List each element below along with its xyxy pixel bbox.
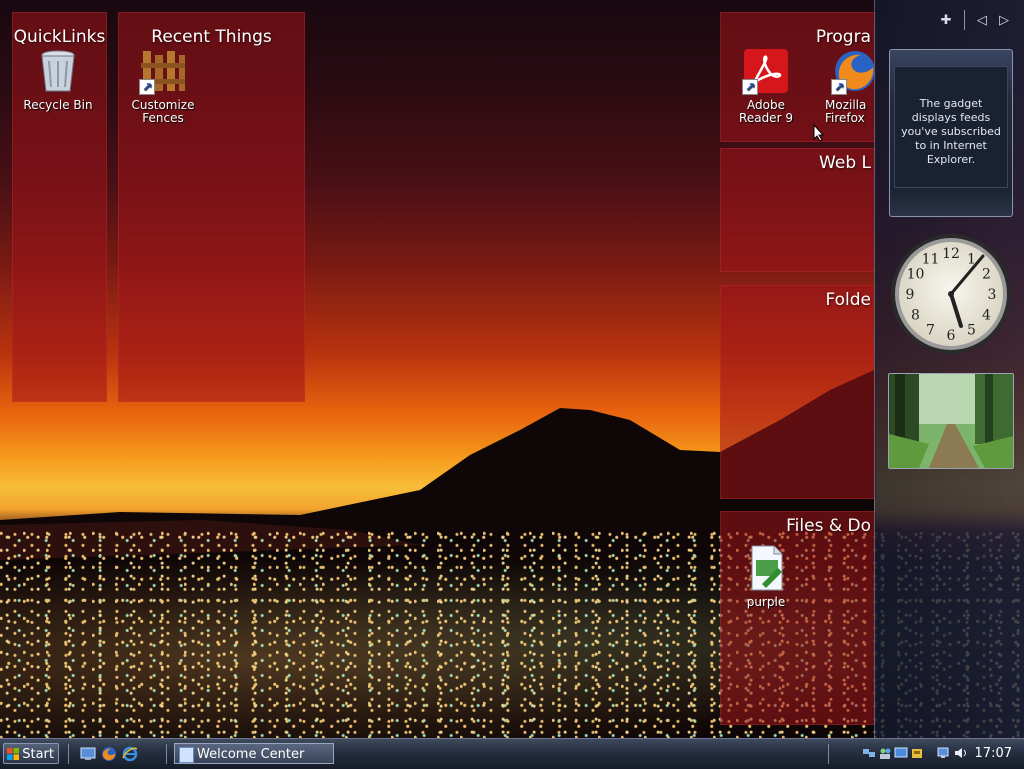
previous-page-button[interactable]: ◁ xyxy=(977,13,987,28)
fence-title: Progra xyxy=(815,27,871,47)
icon-label: Adobe Reader 9 xyxy=(739,98,793,125)
desktop-icon-adobe-reader[interactable]: ↗ Adobe Reader 9 xyxy=(721,47,811,125)
display-tray-icon[interactable] xyxy=(894,746,908,760)
desktop-icon-customize-fences[interactable]: ↗ Customize Fences xyxy=(118,47,208,125)
taskbar-clock[interactable]: 17:07 xyxy=(975,746,1012,761)
clock-numeral: 9 xyxy=(906,287,915,303)
shortcut-arrow-icon: ↗ xyxy=(742,79,758,95)
fence-title: Web L xyxy=(819,153,871,173)
fence-quicklinks[interactable]: QuickLinks Recycle Bin xyxy=(12,12,107,402)
mouse-cursor-icon xyxy=(813,124,825,142)
feed-message: The gadget displays feeds you've subscri… xyxy=(894,66,1008,188)
clock-numeral: 2 xyxy=(982,267,991,283)
firefox-icon[interactable] xyxy=(101,746,117,762)
feed-headlines-gadget[interactable]: The gadget displays feeds you've subscri… xyxy=(889,49,1013,217)
shortcut-arrow-icon: ↗ xyxy=(831,79,847,95)
clock-numeral: 8 xyxy=(911,308,920,324)
sidebar-controls: ✚ ◁ ▷ xyxy=(933,10,1009,30)
welcome-center-icon xyxy=(179,747,194,763)
slideshow-gadget[interactable] xyxy=(888,373,1014,469)
fence-title: Recent Things xyxy=(151,27,272,47)
show-desktop-icon[interactable] xyxy=(80,746,96,762)
network-status-tray-icon[interactable] xyxy=(937,746,951,760)
icon-label: Recycle Bin xyxy=(23,98,93,112)
start-label: Start xyxy=(22,747,54,762)
desktop-icon-recycle-bin[interactable]: Recycle Bin xyxy=(13,47,103,112)
network-tray-icon[interactable] xyxy=(862,746,876,760)
fence-title: QuickLinks xyxy=(13,27,106,47)
icon-label: purple xyxy=(746,595,786,609)
icon-label: Customize Fences xyxy=(131,98,195,125)
forest-path-image xyxy=(889,374,1013,468)
start-button[interactable]: Start xyxy=(3,743,59,764)
clock-numeral: 11 xyxy=(922,252,940,268)
clock-numeral: 5 xyxy=(967,323,976,339)
taskbar-divider xyxy=(68,744,69,764)
sidebar-divider xyxy=(963,10,965,30)
windows-logo-icon xyxy=(7,748,19,760)
fence-folders[interactable]: Folde xyxy=(720,285,876,499)
desktop-icon-firefox[interactable]: ↗ Mozilla Firefox xyxy=(811,47,875,125)
taskbar-divider xyxy=(828,744,829,764)
taskbar: Start Welcome Center 17:07 xyxy=(0,738,1024,769)
recycle-bin-icon xyxy=(41,50,75,92)
volume-tray-icon[interactable] xyxy=(953,746,967,760)
fence-programs[interactable]: Progra ↗ Adobe Reader 9 ↗ Mozilla Firefo… xyxy=(720,12,876,142)
internet-explorer-icon[interactable] xyxy=(122,746,138,762)
task-button-welcome-center[interactable]: Welcome Center xyxy=(174,743,334,764)
shortcut-arrow-icon: ↗ xyxy=(139,79,155,95)
clock-gadget[interactable]: 12 1 2 3 4 5 6 7 8 9 10 11 xyxy=(889,232,1013,356)
document-icon xyxy=(751,545,783,591)
icon-label: Mozilla Firefox xyxy=(825,98,867,125)
fence-title: Files & Do xyxy=(786,516,871,536)
users-tray-icon[interactable] xyxy=(878,746,892,760)
fence-title: Folde xyxy=(825,290,871,310)
windows-sidebar: ✚ ◁ ▷ The gadget displays feeds you've s… xyxy=(874,0,1024,738)
device-tray-icon[interactable] xyxy=(910,746,924,760)
next-page-button[interactable]: ▷ xyxy=(999,13,1009,28)
fence-files-documents[interactable]: Files & Do purple xyxy=(720,511,876,725)
analog-clock: 12 1234567891011 xyxy=(891,234,1011,354)
taskbar-divider xyxy=(166,744,167,764)
clock-numeral: 7 xyxy=(926,323,935,339)
add-gadget-button[interactable]: ✚ xyxy=(941,13,952,28)
clock-numeral: 3 xyxy=(988,287,997,303)
clock-numeral: 10 xyxy=(907,267,925,283)
clock-numeral: 6 xyxy=(947,328,956,344)
fence-web-links[interactable]: Web L xyxy=(720,148,876,272)
clock-numeral: 4 xyxy=(982,308,991,324)
fence-recent-things[interactable]: Recent Things ↗ Customize Fences xyxy=(118,12,305,402)
clock-numeral: 12 xyxy=(942,246,960,262)
desktop-icon-purple[interactable]: purple xyxy=(721,544,811,609)
task-label: Welcome Center xyxy=(197,747,305,762)
